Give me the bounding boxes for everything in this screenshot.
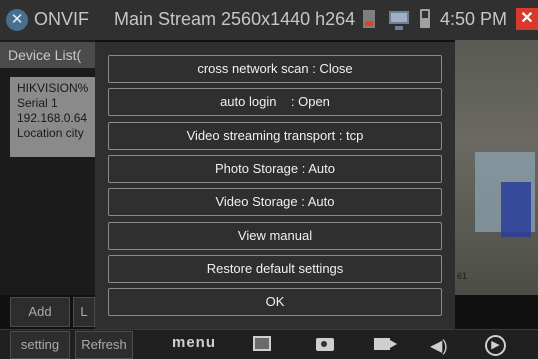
setting-button[interactable]: setting (10, 331, 70, 359)
video-object-blue (501, 182, 531, 237)
volume-icon[interactable]: ◀) (430, 336, 448, 356)
device-serial: Serial 1 (17, 96, 58, 110)
video-overlay-label: 61 (457, 271, 468, 281)
close-icon[interactable]: ✕ (516, 8, 538, 30)
video-camera-icon[interactable] (374, 338, 397, 350)
device-location: Location city (17, 126, 84, 140)
device-list-item[interactable]: HIKVISION% Serial 1 192.168.0.64 Locatio… (10, 77, 95, 157)
battery-icon (420, 9, 430, 28)
video-storage-button[interactable]: Video Storage : Auto (108, 188, 442, 216)
app-title: ONVIF (34, 9, 90, 29)
stream-title: Main Stream 2560x1440 h264 (114, 9, 356, 29)
ok-button[interactable]: OK (108, 288, 442, 316)
network-icon (389, 11, 409, 30)
camera-icon[interactable] (316, 338, 334, 351)
back-icon[interactable]: ✕ (6, 9, 28, 31)
next-arrow-icon[interactable]: ▶ (485, 335, 506, 356)
partial-button[interactable]: L (73, 297, 95, 327)
settings-menu-dialog: cross network scan : Close auto login : … (95, 42, 455, 329)
refresh-button[interactable]: Refresh (75, 331, 133, 359)
menu-button[interactable]: menu (172, 334, 216, 351)
restore-default-settings-button[interactable]: Restore default settings (108, 255, 442, 283)
video-preview[interactable]: 61 (455, 40, 538, 295)
video-streaming-transport-button[interactable]: Video streaming transport : tcp (108, 122, 442, 150)
clock: 4:50 PM (440, 9, 508, 29)
view-manual-button[interactable]: View manual (108, 222, 442, 250)
picture-icon[interactable] (253, 336, 271, 351)
add-button[interactable]: Add (10, 297, 70, 327)
device-ip: 192.168.0.64 (17, 111, 88, 125)
device-list-label: Device List( (0, 42, 95, 68)
auto-login-button[interactable]: auto login : Open (108, 88, 442, 116)
sd-card-icon (363, 10, 375, 28)
device-name: HIKVISION% (17, 81, 89, 95)
cross-network-scan-button[interactable]: cross network scan : Close (108, 55, 442, 83)
photo-storage-button[interactable]: Photo Storage : Auto (108, 155, 442, 183)
